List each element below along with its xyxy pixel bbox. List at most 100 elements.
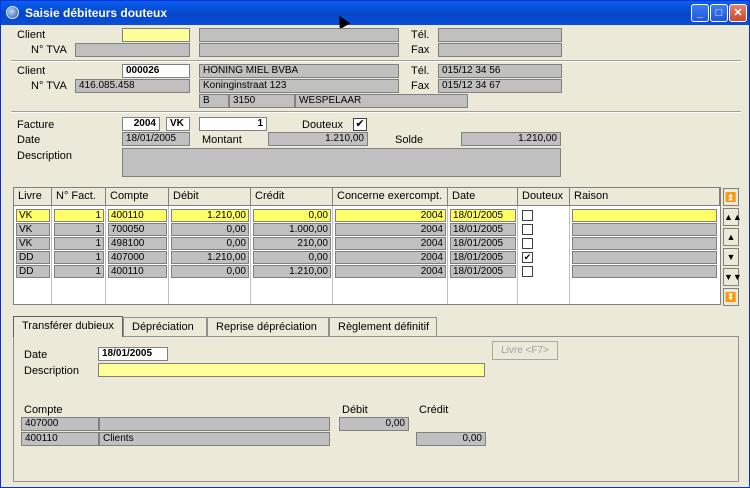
next-record-button[interactable]: ▼: [723, 248, 739, 266]
invoice-date-label: Date: [17, 134, 41, 146]
cell-livre[interactable]: VK: [16, 237, 50, 250]
col-header-livre[interactable]: Livre: [14, 188, 52, 206]
cell-compte[interactable]: 400110: [108, 265, 167, 278]
client-tva-field: 416.085.458: [75, 79, 190, 93]
cell-livre[interactable]: DD: [16, 265, 50, 278]
montant-field: 1.210,00: [268, 132, 368, 146]
cell-credit[interactable]: 1.000,00: [253, 223, 331, 236]
cell-debit[interactable]: 1.210,00: [171, 251, 249, 264]
minimize-button[interactable]: _: [691, 4, 709, 22]
line-compte-field: 407000: [21, 417, 99, 431]
cell-fact[interactable]: 1: [54, 223, 104, 236]
tab-transferer-dubieux[interactable]: Transférer dubieux: [13, 316, 123, 337]
search-client-label: Client: [17, 29, 46, 41]
cell-raison[interactable]: [572, 265, 717, 278]
cell-date[interactable]: 18/01/2005: [450, 223, 516, 236]
previous-record-button[interactable]: ▲: [723, 228, 739, 246]
facture-label: Facture: [17, 119, 55, 131]
last-record-button[interactable]: ⏬: [723, 288, 739, 306]
cell-fact[interactable]: 1: [54, 237, 104, 250]
cell-debit[interactable]: 0,00: [171, 223, 249, 236]
cell-date[interactable]: 18/01/2005: [450, 237, 516, 250]
line-debit-field: 0,00: [339, 417, 409, 431]
douteux-row-checkbox[interactable]: [522, 210, 533, 221]
col-header-douteux[interactable]: Douteux: [518, 188, 570, 206]
panel-description-input[interactable]: [98, 363, 485, 377]
cell-credit[interactable]: 1.210,00: [253, 265, 331, 278]
cell-raison[interactable]: [572, 237, 717, 250]
douteux-row-checkbox[interactable]: ✔: [522, 252, 533, 263]
tab-reprise-depreciation[interactable]: Reprise dépréciation: [207, 317, 329, 336]
col-header-debit[interactable]: Débit: [169, 188, 251, 206]
cell-exercice[interactable]: 2004: [335, 237, 446, 250]
client-tva-label: N° TVA: [31, 80, 67, 92]
panel-date-input[interactable]: 18/01/2005: [98, 347, 168, 361]
col-header-credit[interactable]: Crédit: [251, 188, 333, 206]
close-button[interactable]: ✕: [729, 4, 747, 22]
search-fax-label: Fax: [411, 44, 430, 56]
cell-fact[interactable]: 1: [54, 251, 104, 264]
invoice-number-input[interactable]: 1: [199, 117, 267, 131]
cell-date[interactable]: 18/01/2005: [450, 251, 516, 264]
entries-grid[interactable]: Livre N° Fact. Compte Débit Crédit Conce…: [13, 187, 721, 305]
tab-reglement-definitif[interactable]: Règlement définitif: [329, 317, 437, 336]
cell-compte[interactable]: 498100: [108, 237, 167, 250]
cell-livre[interactable]: DD: [16, 251, 50, 264]
cell-date[interactable]: 18/01/2005: [450, 209, 516, 222]
douteux-checkbox[interactable]: ✔: [353, 118, 367, 131]
client-code-input[interactable]: 000026: [122, 64, 190, 78]
cell-credit[interactable]: 210,00: [253, 237, 331, 250]
search-fax-field: [438, 43, 562, 57]
cell-compte[interactable]: 400110: [108, 209, 167, 222]
main-window: Saisie débiteurs douteux _ □ ✕ Client Té…: [0, 0, 750, 488]
separator: [11, 111, 741, 113]
description-field[interactable]: [122, 148, 561, 177]
cell-exercice[interactable]: 2004: [335, 265, 446, 278]
cell-fact[interactable]: 1: [54, 209, 104, 222]
client-postal-field: 3150: [229, 94, 295, 108]
first-record-button[interactable]: ⏫: [723, 188, 739, 206]
cell-fact[interactable]: 1: [54, 265, 104, 278]
search-client-input[interactable]: [122, 28, 190, 42]
cell-exercice[interactable]: 2004: [335, 251, 446, 264]
cell-raison[interactable]: [572, 209, 717, 222]
cell-exercice[interactable]: 2004: [335, 209, 446, 222]
client-tel-label: Tél.: [411, 65, 430, 77]
maximize-button[interactable]: □: [710, 4, 728, 22]
cell-livre[interactable]: VK: [16, 209, 50, 222]
col-header-compte[interactable]: Compte: [106, 188, 169, 206]
page-down-button[interactable]: ▼▼: [723, 268, 742, 286]
client-name-field: HONING MIEL BVBA: [199, 64, 399, 78]
debit-label: Débit: [342, 404, 368, 416]
col-header-raison[interactable]: Raison: [570, 188, 720, 206]
cell-raison[interactable]: [572, 251, 717, 264]
cell-livre[interactable]: VK: [16, 223, 50, 236]
client-label: Client: [17, 65, 46, 77]
cell-debit[interactable]: 1.210,00: [171, 209, 249, 222]
invoice-journal-input[interactable]: VK: [166, 117, 190, 131]
invoice-year-input[interactable]: 2004: [122, 117, 160, 131]
title-bar[interactable]: Saisie débiteurs douteux _ □ ✕: [1, 1, 749, 25]
douteux-label: Douteux: [302, 119, 343, 131]
cell-credit[interactable]: 0,00: [253, 251, 331, 264]
cell-debit[interactable]: 0,00: [171, 237, 249, 250]
douteux-row-checkbox[interactable]: [522, 224, 533, 235]
cell-credit[interactable]: 0,00: [253, 209, 331, 222]
livre-button[interactable]: Livre <F7>: [492, 341, 558, 360]
tab-depreciation[interactable]: Dépréciation: [123, 317, 207, 336]
cell-date[interactable]: 18/01/2005: [450, 265, 516, 278]
col-header-date[interactable]: Date: [448, 188, 518, 206]
douteux-row-checkbox[interactable]: [522, 266, 533, 277]
cell-exercice[interactable]: 2004: [335, 223, 446, 236]
cell-compte[interactable]: 700050: [108, 223, 167, 236]
cell-debit[interactable]: 0,00: [171, 265, 249, 278]
search-tel-field: [438, 28, 562, 42]
separator: [11, 60, 741, 62]
col-header-exercice[interactable]: Concerne exercompt.: [333, 188, 448, 206]
col-header-fact[interactable]: N° Fact.: [52, 188, 106, 206]
cell-raison[interactable]: [572, 223, 717, 236]
page-up-button[interactable]: ▲▲: [723, 208, 742, 226]
douteux-row-checkbox[interactable]: [522, 238, 533, 249]
window-title: Saisie débiteurs douteux: [25, 6, 168, 20]
cell-compte[interactable]: 407000: [108, 251, 167, 264]
